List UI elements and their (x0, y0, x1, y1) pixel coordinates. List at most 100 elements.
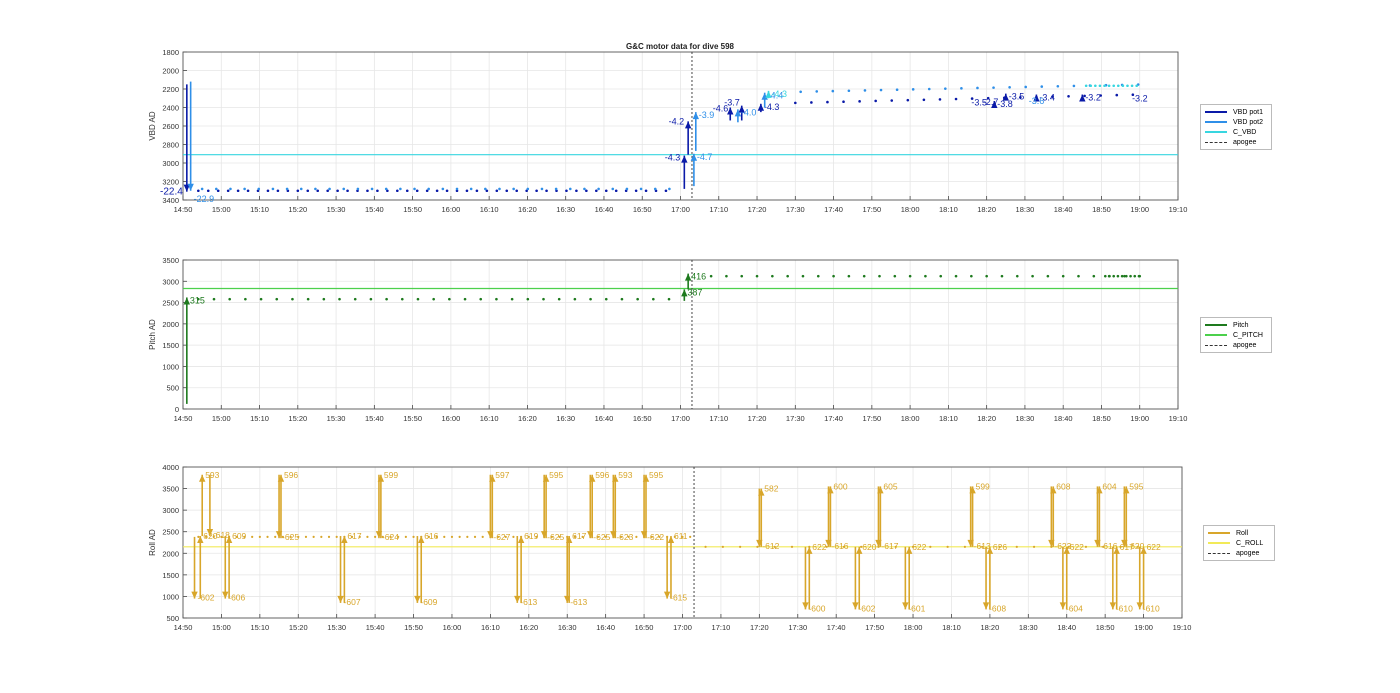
x-tick-label: 17:30 (786, 205, 805, 214)
arrow-value-label: -4.0 (741, 107, 757, 117)
legend-pitch: Pitch C_PITCH apogee (1200, 317, 1272, 353)
arrow-value-label: -617 (881, 541, 898, 551)
arrow-value-label: 617 (572, 531, 586, 541)
c-vbd-point (1089, 84, 1093, 88)
vbd-pot1-point (826, 100, 829, 104)
vbd-pot1-point (644, 189, 648, 193)
x-tick-label: 15:20 (288, 205, 307, 214)
pitch-point (385, 297, 388, 301)
arrow-value-label: -624 (382, 532, 399, 542)
arrow-value-label: -613 (520, 597, 537, 607)
vbd-pot1-point (515, 189, 519, 193)
vbd-pot2-point (342, 187, 346, 191)
arrow-value-label: 622 (1070, 542, 1084, 552)
x-tick-label: 16:20 (518, 414, 537, 423)
x-tick-label: 17:30 (788, 623, 807, 632)
pitch-point (416, 297, 420, 301)
vbd-pot2-point (427, 187, 430, 191)
y-tick-label: 2400 (162, 104, 179, 113)
vbd-pot1-point (575, 189, 578, 193)
legend-swatch (1205, 131, 1227, 133)
vbd-pot1-point (445, 189, 449, 193)
pitch-point (510, 297, 514, 301)
pitch-point (1137, 274, 1141, 278)
y-tick-label: 1500 (162, 341, 179, 350)
y-tick-label: 1500 (162, 571, 179, 580)
roll-point (258, 535, 261, 538)
x-tick-label: 17:20 (748, 414, 767, 423)
arrow-value-label: -4.3 (772, 89, 788, 99)
arrow-value-label: -3.2 (1132, 93, 1148, 103)
pitch-point (954, 274, 958, 278)
legend-label: C_VBD (1233, 128, 1257, 136)
vbd-pot1-point (922, 98, 926, 102)
legend-entry: apogee (1205, 340, 1267, 350)
x-tick-label: 15:30 (327, 205, 346, 214)
vbd-pot2-point (639, 187, 643, 191)
vbd-pot1-point (595, 189, 598, 193)
y-tick-label: 2000 (162, 549, 179, 558)
x-tick-label: 15:30 (327, 623, 346, 632)
x-tick-label: 17:40 (827, 623, 846, 632)
x-tick-label: 16:50 (633, 205, 652, 214)
y-tick-label: 3500 (162, 256, 179, 265)
roll-point (790, 545, 794, 548)
vbd-pot1-point (276, 189, 280, 193)
pitch-point (816, 274, 820, 278)
x-tick-label: 15:10 (250, 623, 269, 632)
arrow-value-label: -627 (493, 532, 510, 542)
arrow-value-label: 596 (595, 470, 609, 480)
pitch-point (1125, 274, 1128, 278)
vbd-pot1-point (634, 189, 638, 193)
vbd-pot1-point (545, 189, 548, 193)
arrow-value-label: -3.6 (1029, 96, 1045, 106)
vbd-pot2-point (285, 187, 289, 191)
roll-point (450, 535, 454, 538)
arrow-value-label: 596 (284, 470, 298, 480)
arrow-value-label: -625 (593, 532, 610, 542)
y-tick-label: 500 (166, 384, 179, 393)
vbd-pot2-point (927, 87, 931, 91)
x-tick-label: 17:20 (748, 205, 767, 214)
x-tick-label: 19:10 (1169, 414, 1188, 423)
pitch-point (709, 274, 713, 278)
x-tick-label: 18:50 (1092, 205, 1111, 214)
x-tick-label: 16:00 (441, 205, 460, 214)
pitch-point (479, 297, 483, 301)
x-tick-label: 18:30 (1016, 414, 1035, 423)
vbd-pot2-point (469, 187, 473, 191)
vbd-pot2-point (384, 187, 388, 191)
x-tick-label: 17:00 (671, 205, 690, 214)
vbd-pot1-point (874, 99, 877, 103)
vbd-pot1-point (505, 189, 509, 193)
pitch-point (862, 274, 866, 278)
pitch-point (755, 274, 759, 278)
vbd-pot2-point (992, 86, 995, 89)
c-vbd-point (1130, 84, 1134, 88)
vbd-pot1-point (614, 189, 618, 193)
roll-point (443, 535, 446, 538)
vbd-pot1-point (216, 189, 220, 193)
arrow-value-label: -622 (647, 532, 664, 542)
x-tick-label: 18:10 (942, 623, 961, 632)
pitch-point (652, 297, 655, 301)
arrow-value-label: -610 (1143, 603, 1160, 613)
pitch-point (1112, 274, 1116, 278)
y-axis-label: Roll AD (148, 529, 157, 556)
c-vbd-point (1117, 84, 1120, 88)
pitch-point (259, 297, 263, 301)
legend-entry: Roll (1208, 528, 1270, 538)
figure-title: G&C motor data for dive 598 (626, 42, 735, 51)
pitch-point (893, 274, 897, 278)
x-tick-label: 17:10 (712, 623, 731, 632)
figure-canvas: G&C motor data for dive 598 14:50 15:00 15… (148, 42, 1191, 632)
vbd-pot1-point (954, 97, 958, 101)
arrow-value-label: -616 (832, 541, 849, 551)
arrow-value-label: -609 (420, 597, 437, 607)
y-tick-label: 3000 (162, 506, 179, 515)
roll-point (412, 535, 415, 538)
vbd-pot2-point (441, 187, 445, 191)
roll-point (963, 545, 967, 548)
pitch-point (542, 297, 545, 301)
y-tick-label: 2500 (162, 299, 179, 308)
